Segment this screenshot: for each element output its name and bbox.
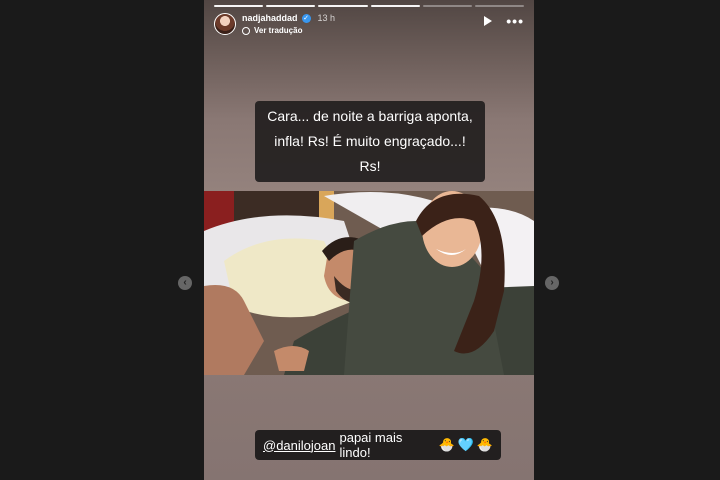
mention-sticker[interactable]: @danilojoan papai mais lindo! 🐣 🩵 🐣 — [255, 430, 501, 460]
hatching-chick-icon: 🐣 — [438, 437, 455, 452]
progress-segment — [474, 5, 525, 7]
story-viewer: nadjahaddad ✓ 13 h Ver tradução ••• Cara… — [204, 0, 534, 480]
blue-heart-icon: 🩵 — [457, 437, 474, 452]
story-progress-bar — [214, 5, 525, 7]
mention-link[interactable]: @danilojoan — [263, 438, 335, 453]
next-story-button[interactable]: › — [545, 276, 559, 290]
translate-button[interactable]: Ver tradução — [242, 26, 335, 35]
avatar[interactable] — [214, 13, 236, 35]
progress-segment — [422, 5, 472, 7]
mention-text: papai mais lindo! — [339, 430, 403, 460]
progress-segment — [318, 5, 368, 7]
post-time: 13 h — [317, 13, 336, 23]
hatching-chick-icon: 🐣 — [476, 437, 493, 452]
previous-story-button[interactable]: ‹ — [178, 276, 192, 290]
story-caption: Cara... de noite a barriga aponta, infla… — [255, 101, 485, 182]
verified-badge-icon: ✓ — [301, 13, 311, 23]
story-photo — [204, 191, 534, 375]
progress-segment — [370, 5, 420, 7]
globe-icon — [242, 26, 250, 35]
progress-segment — [214, 5, 264, 7]
username-link[interactable]: nadjahaddad — [242, 13, 298, 23]
progress-segment — [266, 5, 316, 7]
translate-label: Ver tradução — [254, 26, 303, 35]
more-options-icon[interactable]: ••• — [506, 14, 524, 28]
play-icon[interactable] — [484, 16, 493, 26]
story-header: nadjahaddad ✓ 13 h Ver tradução ••• — [214, 13, 524, 39]
